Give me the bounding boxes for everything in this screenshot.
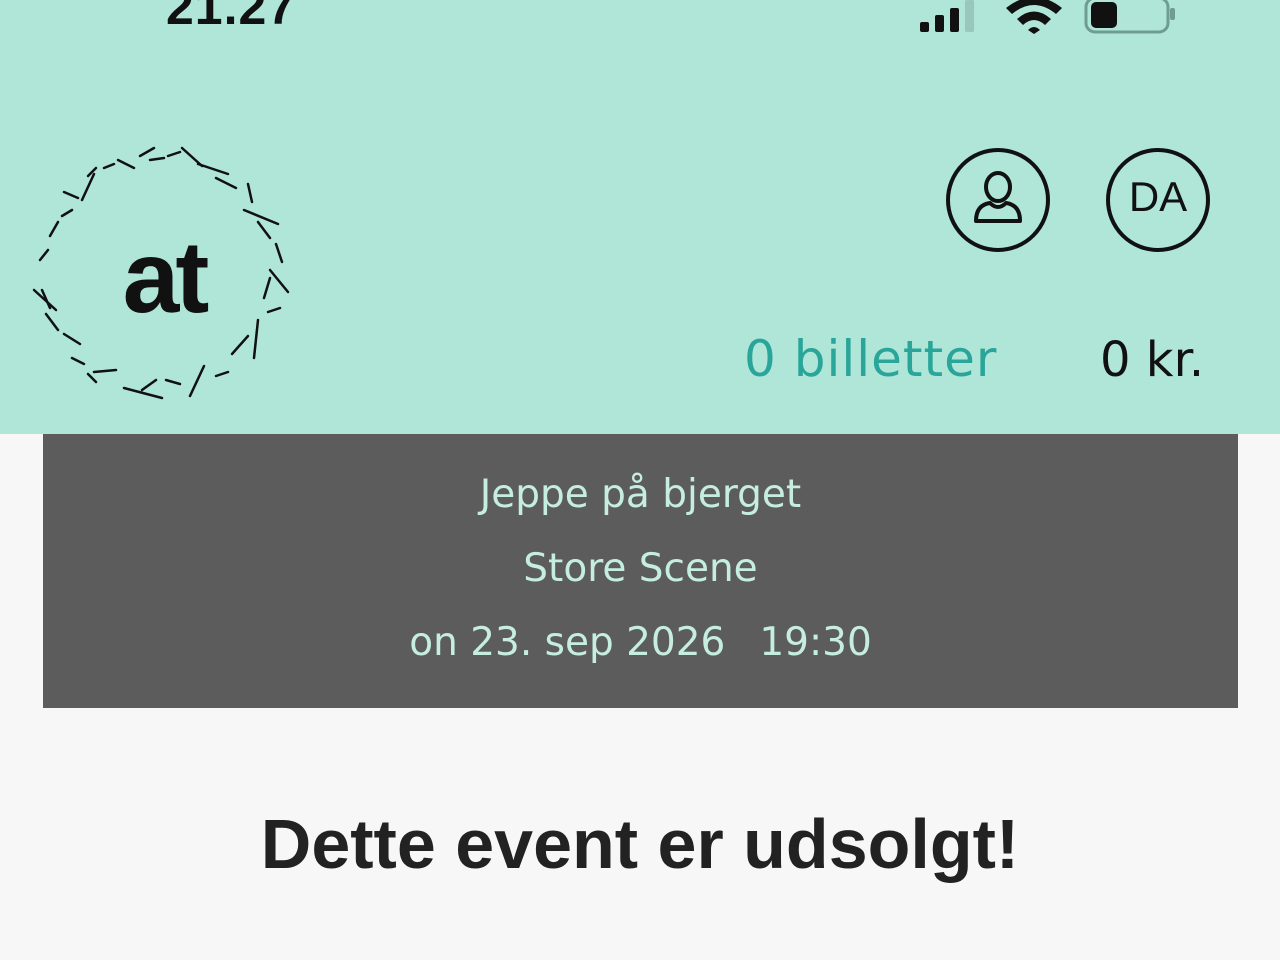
user-icon xyxy=(974,171,1022,223)
signal-icon xyxy=(920,0,974,32)
event-datetime: on 23. sep 2026 19:30 xyxy=(43,620,1238,665)
account-button[interactable] xyxy=(946,148,1050,252)
wifi-icon xyxy=(1006,0,1062,34)
event-title: Jeppe på bjerget xyxy=(479,472,802,517)
event-time: 19:30 xyxy=(759,620,872,665)
status-time: 21.27 xyxy=(166,0,297,35)
soldout-message: Dette event er udsolgt! xyxy=(260,805,1020,883)
event-info-panel: Jeppe på bjerget Store Scene on 23. sep … xyxy=(43,434,1238,708)
logo-text: at xyxy=(123,220,209,334)
battery-icon xyxy=(1084,0,1175,34)
language-label: DA xyxy=(1128,173,1188,220)
tickets-count[interactable]: 0 billetter xyxy=(744,330,997,388)
event-date: on 23. sep 2026 xyxy=(409,620,726,665)
event-venue: Store Scene xyxy=(523,546,758,591)
language-button[interactable]: DA xyxy=(1106,148,1210,252)
cart-total: 0 kr. xyxy=(1100,332,1205,388)
app-header: 21.27 at DA 0 billetter 0 kr. xyxy=(0,0,1280,434)
at-logo-icon[interactable]: at xyxy=(32,140,294,402)
